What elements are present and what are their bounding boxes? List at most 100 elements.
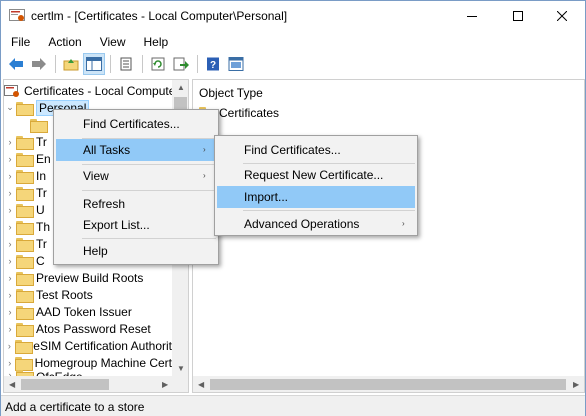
chevron-right-icon[interactable]: › (4, 239, 16, 249)
menu-item-label: Advanced Operations (244, 217, 360, 231)
menu-item-export-list[interactable]: Export List... (56, 214, 216, 236)
tree-item-label: AAD Token Issuer (36, 304, 132, 319)
chevron-right-icon[interactable]: › (4, 273, 16, 283)
tree-item[interactable]: › Homegroup Machine Cert (4, 354, 172, 371)
tree-item-label: Tr (36, 134, 47, 149)
chevron-right-icon[interactable]: › (4, 222, 16, 232)
chevron-right-icon[interactable]: › (4, 154, 16, 164)
scroll-up-arrow-icon[interactable]: ▲ (177, 83, 185, 92)
folder-icon (16, 288, 34, 303)
certificates-store-icon (4, 84, 20, 98)
all-tasks-submenu: Find Certificates... Request New Certifi… (214, 135, 418, 236)
chevron-right-icon[interactable]: › (4, 256, 16, 266)
menu-item-label: All Tasks (83, 143, 131, 157)
context-menu: Find Certificates... All Tasks › View › … (53, 109, 219, 265)
folder-icon (14, 339, 34, 354)
chevron-right-icon[interactable]: › (4, 171, 16, 181)
menu-item-help[interactable]: Help (56, 240, 216, 262)
toolbar-separator (197, 55, 198, 73)
properties-icon[interactable] (115, 53, 137, 75)
chevron-down-icon[interactable]: ⌄ (4, 102, 16, 113)
menu-bar: File Action View Help (1, 32, 585, 52)
chevron-right-icon[interactable]: › (4, 137, 16, 147)
tree-item[interactable]: › Atos Password Reset (4, 320, 172, 337)
tree-item-label: U (36, 202, 45, 217)
toolbar-separator (55, 55, 56, 73)
menu-action[interactable]: Action (39, 32, 90, 52)
menu-item-refresh[interactable]: Refresh (56, 193, 216, 215)
chevron-right-icon[interactable]: › (4, 324, 16, 334)
folder-icon (16, 186, 34, 201)
menu-file[interactable]: File (1, 32, 39, 52)
tree-root[interactable]: Certificates - Local Computer (4, 82, 179, 99)
menu-separator (82, 190, 216, 191)
tree-item-label: Atos Password Reset (36, 321, 151, 336)
toolbar: ? (1, 52, 585, 76)
tree-item[interactable]: › eSIM Certification Authorit (4, 337, 172, 354)
menu-item-find-certificates[interactable]: Find Certificates... (56, 113, 216, 135)
folder-icon (16, 237, 34, 252)
chevron-right-icon[interactable]: › (4, 307, 16, 317)
result-row-label: Certificates (219, 106, 280, 120)
scroll-left-arrow-icon[interactable]: ◀ (198, 380, 204, 389)
menu-view[interactable]: View (91, 32, 135, 52)
menu-item-import[interactable]: Import... (217, 186, 415, 208)
folder-icon (16, 305, 34, 320)
results-pane[interactable]: Object Type Certificates ◀ ▶ (192, 79, 585, 393)
folder-icon (16, 220, 34, 235)
chevron-right-icon[interactable]: › (4, 290, 16, 300)
scroll-down-arrow-icon[interactable]: ▼ (177, 364, 185, 373)
menu-item-all-tasks[interactable]: All Tasks (56, 139, 216, 161)
tree-item-label: Tr (36, 236, 47, 251)
chevron-right-icon[interactable]: › (4, 341, 15, 351)
scroll-right-arrow-icon[interactable]: ▶ (573, 380, 579, 389)
toolbar-separator (110, 55, 111, 73)
mmc-icon[interactable] (225, 53, 247, 75)
menu-item-request-new-certificate[interactable]: Request New Certificate... (217, 164, 415, 186)
certificate-app-icon (9, 9, 25, 23)
status-bar: Add a certificate to a store (1, 395, 585, 416)
results-horizontal-scrollbar[interactable]: ◀ ▶ (193, 376, 584, 392)
folder-icon (16, 271, 34, 286)
tree-item-label: Tr (36, 185, 47, 200)
menu-help[interactable]: Help (135, 32, 178, 52)
tree-item-label: C (36, 253, 45, 268)
close-button[interactable] (539, 1, 585, 31)
chevron-right-icon[interactable]: › (4, 188, 16, 198)
menu-item-view[interactable]: View (56, 165, 216, 187)
refresh-icon[interactable] (147, 53, 169, 75)
tree-item[interactable]: › AAD Token Issuer (4, 303, 172, 320)
forward-arrow-icon[interactable] (28, 53, 50, 75)
chevron-right-icon[interactable]: › (4, 205, 16, 215)
status-text: Add a certificate to a store (5, 400, 145, 414)
up-folder-icon[interactable] (60, 53, 82, 75)
folder-icon (16, 152, 34, 167)
minimize-button[interactable] (449, 1, 495, 31)
help-icon[interactable]: ? (202, 53, 224, 75)
folder-icon (16, 169, 34, 184)
export-list-icon[interactable] (170, 53, 192, 75)
menu-item-label: View (83, 169, 109, 183)
menu-item-advanced-operations[interactable]: Advanced Operations (217, 213, 415, 235)
maximize-button[interactable] (495, 1, 541, 31)
column-header-object-type[interactable]: Object Type (199, 86, 263, 100)
menu-separator (82, 238, 216, 239)
tree-root-label: Certificates - Local Computer (24, 83, 180, 98)
scroll-left-arrow-icon[interactable]: ◀ (9, 380, 15, 389)
scrollbar-thumb[interactable] (21, 379, 109, 390)
tree-item[interactable]: › Test Roots (4, 286, 172, 303)
scroll-right-arrow-icon[interactable]: ▶ (162, 380, 168, 389)
show-hide-tree-icon[interactable] (83, 53, 105, 75)
folder-icon (16, 254, 34, 269)
folder-icon (30, 118, 48, 133)
chevron-right-icon[interactable]: › (4, 358, 15, 368)
tree-horizontal-scrollbar[interactable]: ◀ ▶ (4, 376, 188, 392)
tree-item-label: Preview Build Roots (36, 270, 144, 285)
tree-item-label: Test Roots (36, 287, 93, 302)
back-arrow-icon[interactable] (5, 53, 27, 75)
scrollbar-thumb[interactable] (210, 379, 566, 390)
menu-item-find-certificates[interactable]: Find Certificates... (217, 139, 415, 161)
tree-item-label: eSIM Certification Authorit (33, 338, 172, 353)
tree-item[interactable]: › Preview Build Roots (4, 269, 172, 286)
folder-icon (16, 322, 34, 337)
